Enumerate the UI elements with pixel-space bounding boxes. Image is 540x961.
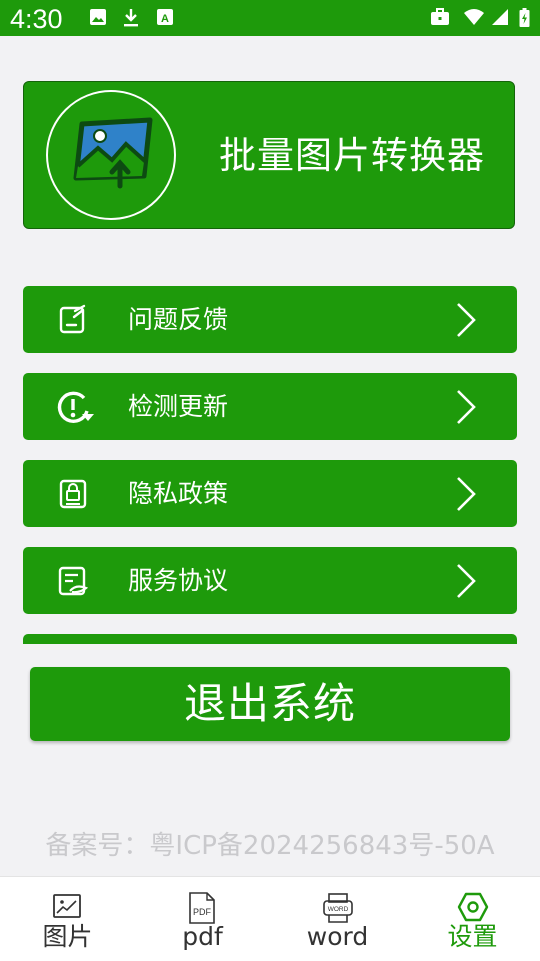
agreement-icon <box>56 564 90 598</box>
image-upload-icon <box>73 117 153 189</box>
menu-item-label: 隐私政策 <box>128 479 229 508</box>
menu-item-agreement[interactable]: 服务协议 <box>23 547 517 614</box>
menu-item-label: 服务协议 <box>128 566 229 595</box>
download-icon <box>122 8 140 32</box>
chevron-right-icon <box>455 563 477 603</box>
logout-button[interactable]: 退出系统 <box>30 667 510 741</box>
svg-text:WORD: WORD <box>328 906 349 913</box>
svg-text:PDF: PDF <box>193 907 212 917</box>
chevron-right-icon <box>455 476 477 516</box>
chevron-right-icon <box>455 302 477 342</box>
tab-label: word <box>306 922 369 951</box>
pdf-file-icon: PDF <box>189 892 215 924</box>
picture-icon <box>53 894 81 918</box>
battery-icon <box>519 8 530 32</box>
tab-label: 图片 <box>42 922 93 951</box>
app-header-card: 批量图片转换器 <box>23 81 515 229</box>
menu-item-update[interactable]: 检测更新 <box>23 373 517 440</box>
update-icon <box>56 390 94 424</box>
status-bar: 4:30 A <box>0 0 540 36</box>
tab-label: 设置 <box>447 922 498 951</box>
tab-word[interactable]: WORD word <box>270 877 405 961</box>
bottom-nav: 图片 PDF pdf WORD word 设置 <box>0 876 540 961</box>
font-a-icon: A <box>156 8 174 30</box>
app-logo <box>46 90 176 220</box>
menu-item-privacy[interactable]: 隐私政策 <box>23 460 517 527</box>
tab-picture[interactable]: 图片 <box>0 877 135 961</box>
menu-item-feedback[interactable]: 问题反馈 <box>23 286 517 353</box>
tab-settings[interactable]: 设置 <box>405 877 540 961</box>
menu-item-label: 问题反馈 <box>128 305 229 334</box>
signal-icon <box>491 8 509 30</box>
privacy-icon <box>56 477 90 511</box>
chevron-right-icon <box>455 389 477 429</box>
menu-item-partial[interactable] <box>23 634 517 644</box>
feedback-icon <box>56 303 90 337</box>
icp-record-text: 备案号：粤ICP备2024256843号-50A <box>45 831 495 861</box>
tab-label: pdf <box>182 922 223 951</box>
image-icon <box>89 8 107 30</box>
wifi-icon <box>463 8 485 30</box>
app-title: 批量图片转换器 <box>219 134 485 177</box>
briefcase-icon <box>430 8 450 30</box>
tab-pdf[interactable]: PDF pdf <box>135 877 270 961</box>
word-file-icon: WORD <box>323 893 353 923</box>
menu-item-label: 检测更新 <box>128 392 229 421</box>
svg-text:A: A <box>161 13 169 25</box>
status-time: 4:30 <box>10 4 63 34</box>
settings-hex-icon <box>457 892 489 922</box>
